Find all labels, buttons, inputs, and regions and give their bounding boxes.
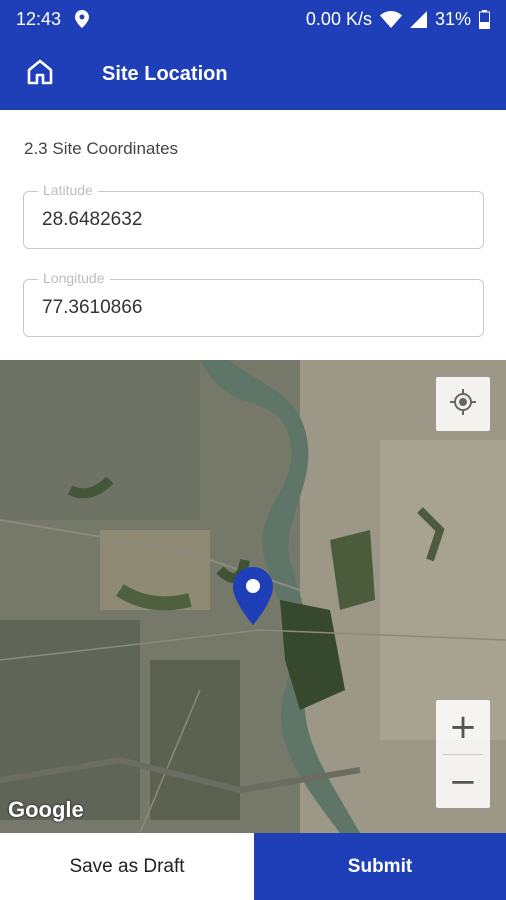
latitude-input[interactable] [42,209,462,231]
home-button[interactable] [0,38,80,110]
submit-button[interactable]: Submit [254,833,506,900]
home-icon [26,58,54,91]
save-draft-button[interactable]: Save as Draft [0,833,254,900]
page-title: Site Location [102,62,228,85]
latitude-field[interactable]: Latitude [23,182,484,249]
my-location-icon [449,388,477,421]
signal-icon [409,10,427,28]
zoom-out-button[interactable]: − [436,755,490,809]
location-icon [75,10,90,28]
zoom-controls: + − [436,700,490,808]
longitude-input[interactable] [42,297,462,319]
longitude-label: Longitude [38,270,110,286]
status-time: 12:43 [16,8,62,29]
battery-percent: 31% [434,8,471,29]
network-speed: 0.00 K/s [305,8,372,29]
wifi-icon [379,10,402,28]
map-view[interactable]: + − Google [0,360,506,833]
app-bar: Site Location [0,38,506,110]
zoom-in-button[interactable]: + [436,700,490,754]
latitude-label: Latitude [38,182,98,198]
bottom-action-bar: Save as Draft Submit [0,833,506,900]
my-location-button[interactable] [436,377,490,431]
google-logo: Google [8,797,84,822]
battery-icon [479,9,490,29]
longitude-field[interactable]: Longitude [23,270,484,337]
map-pin-icon[interactable] [233,567,273,630]
section-title: 2.3 Site Coordinates [24,139,179,158]
status-bar: 12:43 0.00 K/s 31% [0,0,506,38]
